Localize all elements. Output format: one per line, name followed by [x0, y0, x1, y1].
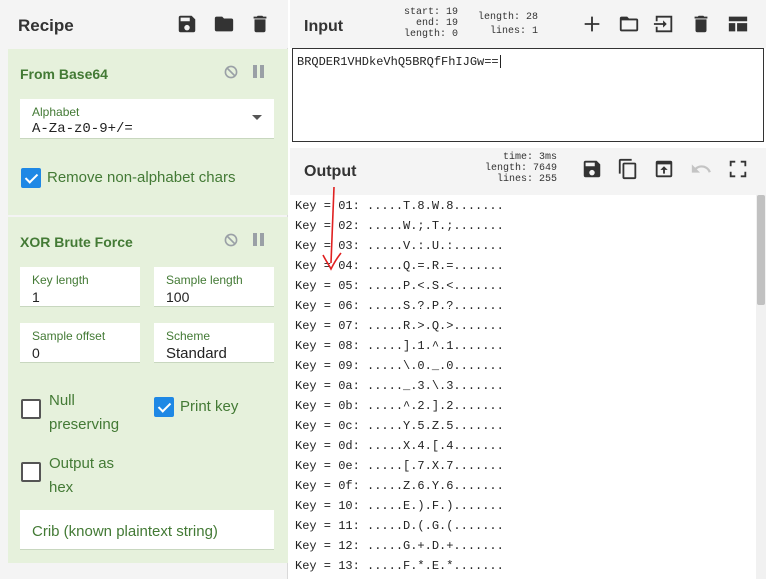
op-title: XOR Brute Force — [20, 234, 133, 250]
folder-icon[interactable] — [212, 12, 236, 36]
input-text[interactable]: BRQDER1VHDkeVhQ5BRQfFhIJGw== — [297, 55, 501, 69]
output-title: Output — [304, 163, 357, 180]
output-row: Key = 0b: .....^.2.].2....... — [295, 399, 504, 413]
recipe-header: Recipe — [0, 0, 288, 48]
print-key-checkbox[interactable]: Print key — [154, 397, 238, 419]
output-row: Key = 09: .....\.0._.0....... — [295, 359, 504, 373]
checkbox-checked[interactable] — [154, 397, 174, 417]
output-row: Key = 04: .....Q.=.R.=....... — [295, 259, 504, 273]
output-row: Key = 01: .....T.8.W.8....... — [295, 199, 504, 213]
undo-icon[interactable] — [689, 157, 713, 181]
key-length-label: Key length — [32, 273, 89, 287]
input-stats: length: 28 lines: 1 — [468, 12, 538, 37]
key-length-field[interactable]: Key length 1 — [20, 267, 140, 307]
input-textarea[interactable]: BRQDER1VHDkeVhQ5BRQfFhIJGw== — [292, 48, 764, 142]
checkbox-checked[interactable] — [21, 168, 41, 188]
sample-offset-label: Sample offset — [32, 329, 106, 343]
op-title: From Base64 — [20, 66, 108, 82]
stat-length: length: 7649 — [485, 163, 558, 174]
trash-icon[interactable] — [689, 12, 713, 36]
stat-start: start: 19 — [403, 7, 458, 18]
move-to-input-icon[interactable] — [652, 157, 676, 181]
scrollbar-thumb[interactable] — [757, 195, 765, 305]
stat-total-length: length: 28 — [477, 12, 538, 23]
output-row: Key = 05: .....P.<.S.<....... — [295, 279, 504, 293]
plus-icon[interactable] — [580, 12, 604, 36]
output-hex-label-1: Output as — [49, 455, 115, 472]
null-preserving-checkbox[interactable]: Null preserving — [21, 389, 119, 437]
sample-offset-value[interactable]: 0 — [32, 345, 128, 361]
sample-length-field[interactable]: Sample length 100 — [154, 267, 274, 307]
stat-time: time: 3ms — [502, 152, 557, 163]
output-stats: time: 3ms length: 7649 lines: 255 — [485, 152, 557, 185]
copy-icon[interactable] — [616, 157, 640, 181]
scheme-label: Scheme — [166, 329, 211, 343]
remove-non-alphabet-checkbox[interactable]: Remove non-alphabet chars — [21, 168, 235, 190]
crib-field[interactable]: Crib (known plaintext string) — [20, 510, 274, 550]
recipe-title: Recipe — [18, 16, 74, 35]
stat-length: length: 0 — [403, 29, 458, 40]
open-folder-icon[interactable] — [617, 12, 641, 36]
output-row: Key = 13: .....F.*.E.*....... — [295, 559, 504, 573]
output-hex-checkbox[interactable]: Output as hex — [21, 452, 114, 500]
op-from-base64: From Base64 Alphabet A-Za-z0-9+/= Remove… — [8, 49, 288, 215]
null-preserving-label-1: Null — [49, 392, 75, 409]
output-row: Key = 0f: .....Z.6.Y.6....... — [295, 479, 504, 493]
input-title: Input — [304, 18, 344, 35]
save-icon[interactable] — [580, 157, 604, 181]
input-panel: Input start: 19 end: 19 length: 0 length… — [290, 0, 766, 145]
selection-stats: start: 19 end: 19 length: 0 — [398, 7, 458, 40]
disable-icon[interactable] — [222, 231, 240, 249]
stat-lines: lines: 1 — [489, 26, 538, 37]
output-row: Key = 08: .....].1.^.1....... — [295, 339, 504, 353]
chevron-down-icon[interactable] — [252, 115, 262, 120]
stat-end: end: 19 — [415, 18, 458, 29]
output-row: Key = 07: .....R.>.Q.>....... — [295, 319, 504, 333]
op-xor-brute-force: XOR Brute Force Key length 1 Sample leng… — [8, 217, 288, 563]
output-row: Key = 0e: .....[.7.X.7....... — [295, 459, 504, 473]
stat-lines: lines: 255 — [496, 174, 557, 185]
output-row: Key = 10: .....E.).F.)....... — [295, 499, 504, 513]
output-row: Key = 06: .....S.?.P.?....... — [295, 299, 504, 313]
crib-placeholder[interactable]: Crib (known plaintext string) — [32, 523, 235, 540]
output-row: Key = 12: .....G.+.D.+....... — [295, 539, 504, 553]
output-row: Key = 0a: ....._.3.\.3....... — [295, 379, 504, 393]
layout-icon[interactable] — [726, 12, 750, 36]
sample-offset-field[interactable]: Sample offset 0 — [20, 323, 140, 363]
sample-length-label: Sample length — [166, 273, 243, 287]
recipe-panel: Recipe From Base64 Alphabet A-Za-z0-9+/=… — [0, 0, 288, 579]
pause-icon[interactable] — [250, 231, 268, 249]
remove-non-alphabet-label: Remove non-alphabet chars — [47, 169, 236, 186]
output-hex-label-2: hex — [49, 479, 74, 496]
trash-icon[interactable] — [248, 12, 272, 36]
save-icon[interactable] — [175, 12, 199, 36]
output-header: Output time: 3ms length: 7649 lines: 255 — [290, 148, 766, 195]
scheme-dropdown[interactable]: Scheme Standard — [154, 323, 274, 363]
checkbox-unchecked[interactable] — [21, 399, 41, 419]
alphabet-value: A-Za-z0-9+/= — [32, 121, 133, 137]
print-key-label: Print key — [180, 398, 239, 415]
output-row: Key = 0c: .....Y.5.Z.5....... — [295, 419, 504, 433]
output-text-area[interactable]: Key = 01: .....T.8.W.8....... Key = 02: .… — [290, 195, 766, 579]
output-row: Key = 11: .....D.(.G.(....... — [295, 519, 504, 533]
output-row: Key = 02: .....W.;.T.;....... — [295, 219, 504, 233]
checkbox-unchecked[interactable] — [21, 462, 41, 482]
output-panel: Output time: 3ms length: 7649 lines: 255… — [290, 148, 766, 579]
input-header: Input start: 19 end: 19 length: 0 length… — [290, 0, 766, 48]
disable-icon[interactable] — [222, 63, 240, 81]
output-row: Key = 0d: .....X.4.[.4....... — [295, 439, 504, 453]
sample-length-value[interactable]: 100 — [166, 289, 262, 305]
alphabet-label: Alphabet — [32, 105, 80, 119]
pause-icon[interactable] — [250, 63, 268, 81]
maximize-icon[interactable] — [726, 157, 750, 181]
key-length-value[interactable]: 1 — [32, 289, 128, 305]
output-row: Key = 03: .....V.:.U.:....... — [295, 239, 504, 253]
import-icon[interactable] — [652, 12, 676, 36]
null-preserving-label-2: preserving — [49, 416, 120, 433]
alphabet-dropdown[interactable]: Alphabet A-Za-z0-9+/= — [20, 99, 274, 139]
scheme-value: Standard — [166, 345, 227, 362]
